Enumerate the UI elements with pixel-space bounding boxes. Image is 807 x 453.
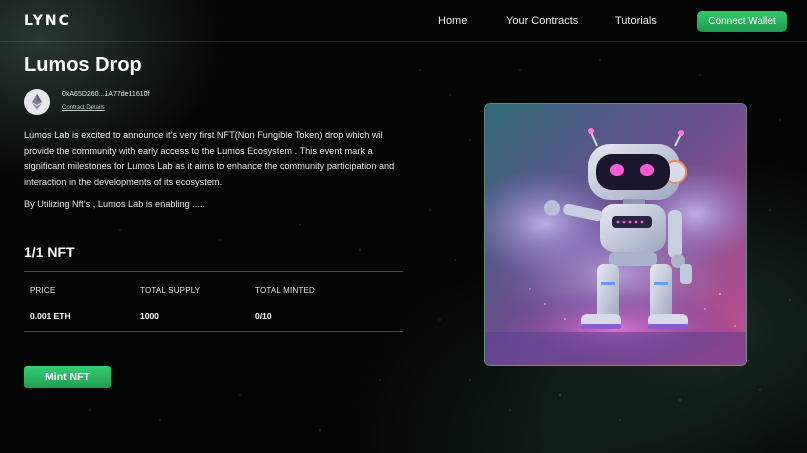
- nav-tutorials[interactable]: Tutorials: [615, 15, 657, 27]
- top-navigation-bar: LYNC Home Your Contracts Tutorials Conne…: [0, 0, 807, 42]
- stats-bottom-divider: [24, 331, 403, 332]
- total-minted-value: 0/10: [255, 311, 272, 321]
- page-title: Lumos Drop: [24, 54, 142, 76]
- nav-home[interactable]: Home: [438, 15, 467, 27]
- connect-wallet-button[interactable]: Connect Wallet: [697, 11, 787, 32]
- nft-count: 1/1 NFT: [24, 244, 75, 260]
- lync-logo[interactable]: LYNC: [24, 13, 71, 29]
- nft-artwork-image: [484, 103, 747, 366]
- mint-nft-button[interactable]: Mint NFT: [24, 366, 111, 388]
- robot-illustration: [485, 104, 746, 365]
- contract-address: 0xA65D260...1A77de11610f: [62, 91, 150, 98]
- price-value: 0.001 ETH: [30, 311, 71, 321]
- contract-details-link[interactable]: Contract Details: [62, 105, 105, 111]
- drop-description: Lumos Lab is excited to announce it’s ve…: [24, 130, 395, 187]
- drop-enabling-text: By Utilizing Nft’s , Lumos Lab is enabli…: [24, 199, 206, 209]
- total-supply-value: 1000: [140, 311, 159, 321]
- total-minted-label: TOTAL MINTED: [255, 286, 316, 295]
- ethereum-icon: [24, 89, 50, 115]
- nav-your-contracts[interactable]: Your Contracts: [506, 15, 578, 27]
- price-label: PRICE: [30, 286, 56, 295]
- stats-top-divider: [24, 271, 403, 272]
- total-supply-label: TOTAL SUPPLY: [140, 286, 201, 295]
